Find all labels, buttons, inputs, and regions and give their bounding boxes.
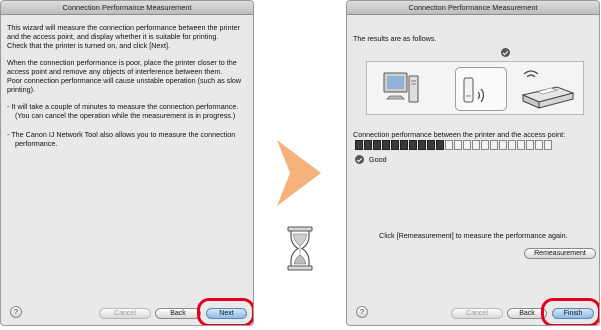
signal-segment (472, 140, 480, 150)
help-button[interactable]: ? (10, 306, 22, 318)
cancel-button[interactable]: Cancel (99, 308, 151, 319)
back-button[interactable]: Back (507, 308, 547, 319)
status-indicator: Good (355, 155, 387, 164)
help-icon: ? (359, 307, 365, 316)
window-title: Connection Performance Measurement (1, 1, 253, 15)
signal-segment (418, 140, 426, 150)
connection-performance-label: Connection performance between the print… (353, 130, 566, 139)
signal-segment (445, 140, 453, 150)
signal-segment (364, 140, 372, 150)
help-icon: ? (13, 307, 19, 316)
signal-segment (454, 140, 462, 150)
signal-strength-meter (355, 140, 552, 150)
signal-segment (490, 140, 498, 150)
computer-icon (383, 72, 419, 103)
signal-segment (517, 140, 525, 150)
bullet-network-tool: - The Canon IJ Network Tool also allows … (7, 129, 236, 148)
cancel-button[interactable]: Cancel (451, 308, 503, 319)
signal-segment (544, 140, 552, 150)
help-button[interactable]: ? (356, 306, 368, 318)
signal-segment (373, 140, 381, 150)
window-title: Connection Performance Measurement (347, 1, 599, 15)
signal-segment (427, 140, 435, 150)
wizard-window-results: Connection Performance Measurement The r… (346, 0, 600, 326)
back-button[interactable]: Back (155, 308, 201, 319)
signal-segment (400, 140, 408, 150)
printer-icon (521, 70, 575, 109)
remeasurement-button[interactable]: Remeasurement (524, 248, 596, 259)
signal-segment (499, 140, 507, 150)
access-point-icon (463, 77, 485, 103)
signal-segment (535, 140, 543, 150)
next-button[interactable]: Next (206, 308, 247, 319)
hourglass-icon (287, 226, 313, 271)
status-text: Good (369, 155, 387, 164)
check-icon (355, 155, 364, 164)
results-label: The results are as follows. (353, 34, 437, 43)
check-icon (501, 48, 510, 57)
arrow-right-icon (277, 140, 321, 206)
bullet-measure-time: - It will take a couple of minutes to me… (7, 102, 239, 120)
signal-segment (382, 140, 390, 150)
signal-segment (526, 140, 534, 150)
intro-text: This wizard will measure the connection … (7, 23, 251, 148)
signal-segment (391, 140, 399, 150)
signal-segment (436, 140, 444, 150)
signal-segment (463, 140, 471, 150)
remeasure-instruction: Click [Remeasurement] to measure the per… (379, 231, 568, 240)
wizard-window-intro: Connection Performance Measurement This … (0, 0, 254, 326)
network-diagram (366, 61, 584, 115)
intro-paragraph-2: When the connection performance is poor,… (7, 58, 242, 94)
signal-segment (508, 140, 516, 150)
signal-segment (409, 140, 417, 150)
finish-button[interactable]: Finish (552, 308, 594, 319)
intro-paragraph-1: This wizard will measure the connection … (7, 23, 240, 50)
signal-segment (355, 140, 363, 150)
access-point-box (455, 67, 507, 111)
signal-segment (481, 140, 489, 150)
